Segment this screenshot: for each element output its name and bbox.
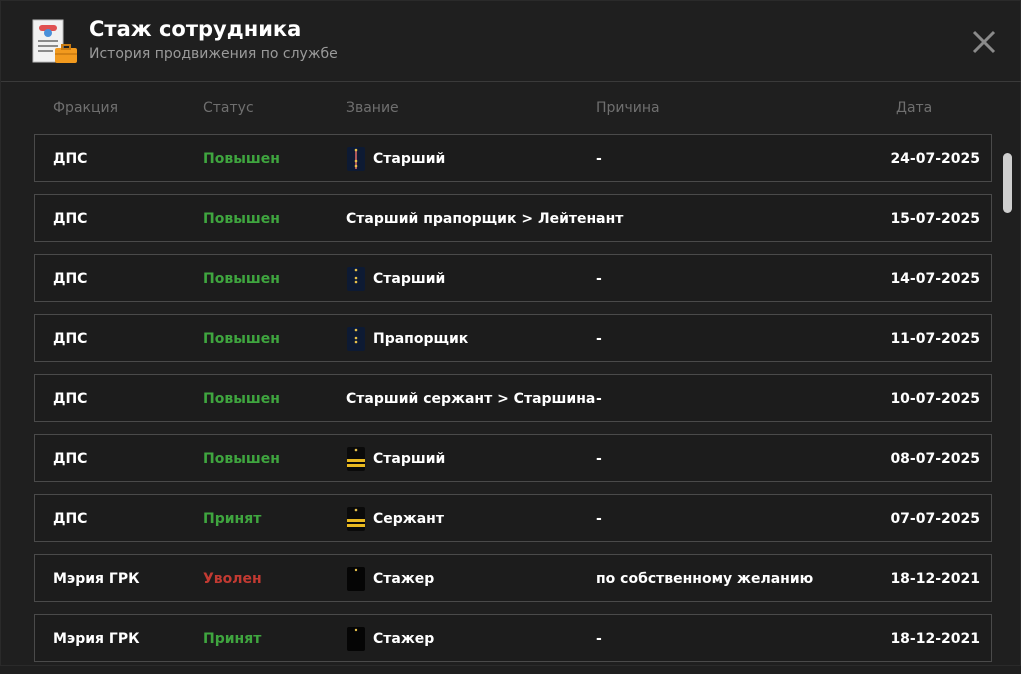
date-cell: 08-07-2025 (890, 451, 980, 467)
history-row: ДПС Повышен Старший - 24-07-2025 (34, 134, 992, 182)
reason-cell: - (596, 271, 602, 287)
history-row: ДПС Повышен Старший сержант > Старшина - 10-… (34, 374, 992, 422)
reason-cell: - (596, 211, 602, 227)
reason-cell: - (596, 511, 602, 527)
date-cell: 18-12-2021 (890, 631, 980, 647)
column-header-reason: Причина (596, 100, 660, 116)
history-row: ДПС Повышен Старший - 08-07-2025 (34, 434, 992, 482)
rank-label: Стажер (373, 571, 435, 587)
history-row: Мэрия ГРК Принят Стажер - 18-12-2021 (34, 614, 992, 662)
rank-label: Старший (373, 451, 446, 467)
faction-cell: ДПС (53, 511, 88, 527)
rank-label: Старший (373, 151, 446, 167)
reason-cell: - (596, 451, 602, 467)
dialog-subtitle: История продвижения по службе (89, 46, 338, 62)
rank-insignia-icon (346, 267, 366, 291)
rank-label: Сержант (373, 511, 444, 527)
status-badge: Повышен (203, 391, 280, 407)
reason-cell: - (596, 331, 602, 347)
rank-cell: Старший прапорщик > Лейтенант (346, 206, 623, 232)
date-cell: 14-07-2025 (890, 271, 980, 287)
date-cell: 11-07-2025 (890, 331, 980, 347)
rank-cell: Старший (346, 446, 445, 472)
rank-insignia-icon (346, 507, 366, 531)
rank-label: Старший сержант > Старшина (346, 391, 596, 407)
reason-cell: - (596, 631, 602, 647)
rank-insignia-icon (346, 147, 366, 171)
reason-cell: - (596, 391, 602, 407)
status-badge: Повышен (203, 151, 280, 167)
rank-cell: Старший сержант > Старшина (346, 386, 595, 412)
status-badge: Повышен (203, 451, 280, 467)
reason-cell: по собственному желанию (596, 571, 814, 587)
status-badge: Принят (203, 631, 262, 647)
history-row: ДПС Повышен Старший - 14-07-2025 (34, 254, 992, 302)
faction-cell: Мэрия ГРК (53, 571, 140, 587)
faction-cell: ДПС (53, 151, 88, 167)
rank-cell: Сержант (346, 506, 444, 532)
status-badge: Уволен (203, 571, 262, 587)
status-badge: Повышен (203, 211, 280, 227)
column-header-status: Статус (203, 100, 254, 116)
column-header-faction: Фракция (53, 100, 119, 116)
rank-label: Прапорщик (373, 331, 469, 347)
faction-cell: ДПС (53, 391, 88, 407)
reason-cell: - (596, 151, 602, 167)
rank-insignia-icon (346, 567, 366, 591)
history-row: ДПС Повышен Прапорщик - 11-07-2025 (34, 314, 992, 362)
history-row: ДПС Повышен Старший прапорщик > Лейтенант -… (34, 194, 992, 242)
status-badge: Повышен (203, 271, 280, 287)
history-list: ДПС Повышен Старший - 24-07-2025 ДПС Повышен Ст… (34, 134, 992, 674)
date-cell: 10-07-2025 (890, 391, 980, 407)
faction-cell: ДПС (53, 211, 88, 227)
faction-cell: ДПС (53, 271, 88, 287)
rank-cell: Стажер (346, 626, 434, 652)
rank-cell: Стажер (346, 566, 434, 592)
date-cell: 07-07-2025 (890, 511, 980, 527)
column-header-date: Дата (896, 100, 933, 116)
date-cell: 15-07-2025 (890, 211, 980, 227)
rank-insignia-icon (346, 327, 366, 351)
dialog-header: Стаж сотрудника История продвижения по с… (1, 1, 1021, 82)
faction-cell: ДПС (53, 331, 88, 347)
rank-label: Стажер (373, 631, 435, 647)
faction-cell: ДПС (53, 451, 88, 467)
seniority-dialog: Стаж сотрудника История продвижения по с… (0, 0, 1021, 666)
rank-cell: Старший (346, 146, 445, 172)
column-header-rank: Звание (346, 100, 399, 116)
rank-label: Старший прапорщик > Лейтенант (346, 211, 624, 227)
close-icon[interactable] (969, 27, 999, 57)
date-cell: 24-07-2025 (890, 151, 980, 167)
rank-cell: Прапорщик (346, 326, 468, 352)
rank-insignia-icon (346, 447, 366, 471)
rank-cell: Старший (346, 266, 445, 292)
status-badge: Повышен (203, 331, 280, 347)
history-row: ДПС Принят Сержант - 07-07-2025 (34, 494, 992, 542)
dialog-title: Стаж сотрудника (89, 17, 302, 41)
faction-cell: Мэрия ГРК (53, 631, 140, 647)
rank-label: Старший (373, 271, 446, 287)
date-cell: 18-12-2021 (890, 571, 980, 587)
document-briefcase-icon (32, 19, 77, 63)
status-badge: Принят (203, 511, 262, 527)
history-row: Мэрия ГРК Уволен Стажер по собственному жел… (34, 554, 992, 602)
scrollbar-thumb[interactable] (1003, 153, 1012, 213)
rank-insignia-icon (346, 627, 366, 651)
